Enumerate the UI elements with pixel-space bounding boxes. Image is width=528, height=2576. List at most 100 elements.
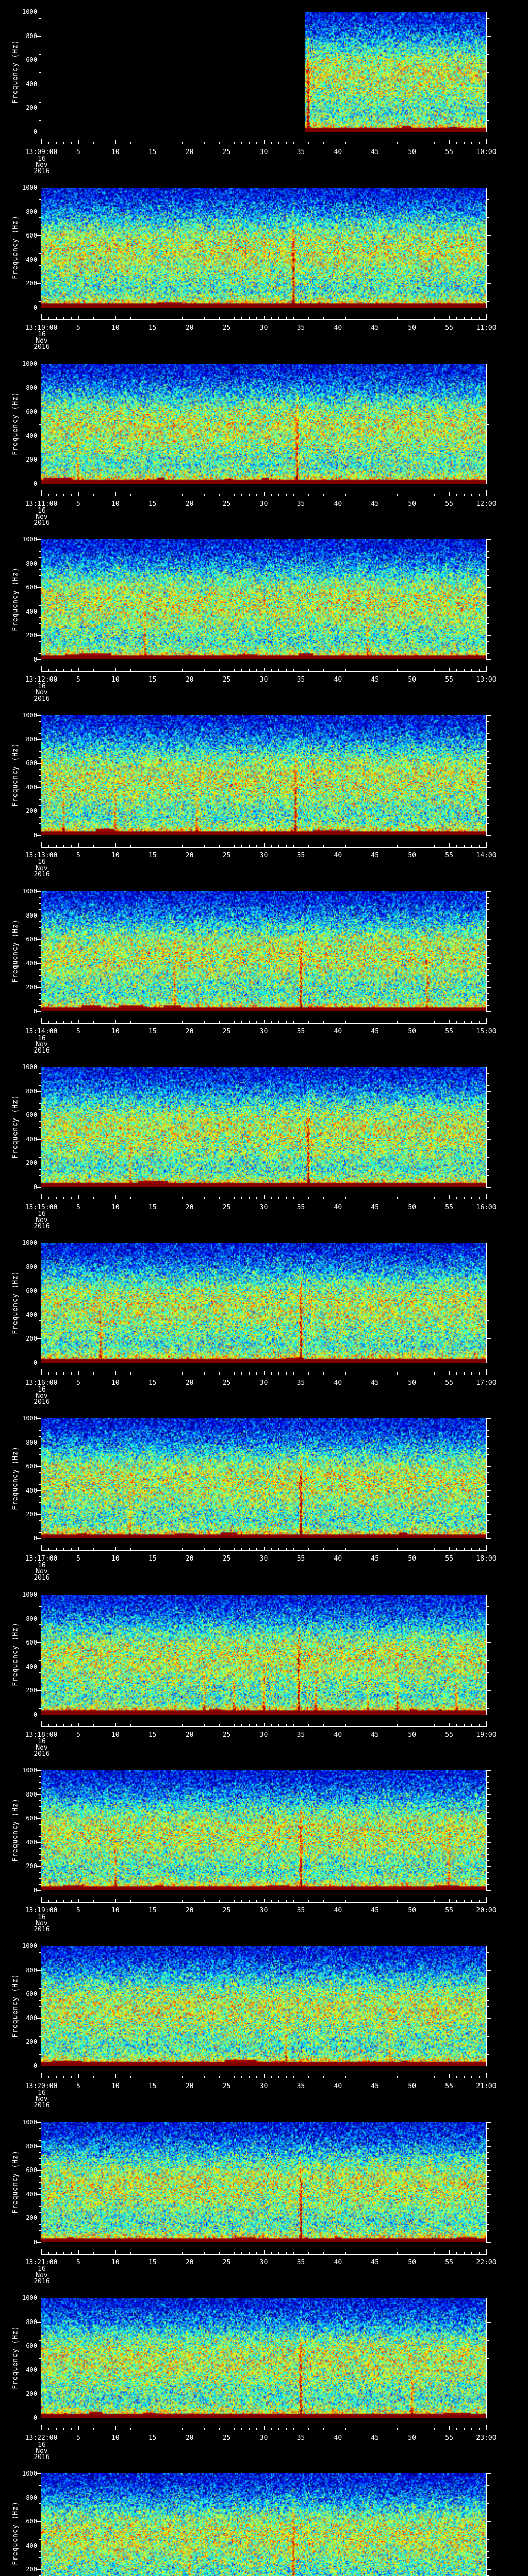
- y-minor-tick: [39, 2340, 41, 2341]
- y-minor-tick: [487, 653, 489, 654]
- x-minor-tick: [48, 142, 49, 144]
- x-tick-label: 25: [222, 852, 231, 859]
- x-minor-tick: [241, 1372, 242, 1375]
- y-minor-tick: [487, 72, 489, 73]
- x-minor-tick: [241, 669, 242, 671]
- y-minor-tick: [487, 1860, 489, 1861]
- y-minor-tick: [39, 981, 41, 982]
- y-minor-tick: [39, 733, 41, 734]
- y-tick-label: 200: [26, 1511, 37, 1518]
- y-minor-tick: [39, 1103, 41, 1104]
- y-major-tick: [487, 1866, 491, 1867]
- x-minor-tick: [278, 1021, 279, 1023]
- y-minor-tick: [39, 2358, 41, 2359]
- x-minor-tick: [130, 2252, 131, 2254]
- x-minor-tick: [63, 1197, 64, 1199]
- x-minor-tick: [479, 1372, 480, 1375]
- x-tick-label: 50: [408, 1028, 416, 1036]
- x-major-tick: [449, 668, 450, 671]
- x-minor-tick: [397, 2076, 398, 2078]
- y-tick-label: 1000: [22, 2119, 37, 2126]
- x-tick-label: 15: [148, 852, 157, 859]
- x-tick-label: 20: [185, 1204, 194, 1211]
- x-minor-tick: [182, 1197, 183, 1199]
- x-minor-tick: [204, 2252, 205, 2254]
- y-tick-label: 800: [26, 911, 37, 919]
- y-tick-label: 800: [26, 208, 37, 215]
- x-minor-tick: [63, 317, 64, 319]
- x-minor-tick: [234, 845, 235, 847]
- x-minor-tick: [479, 494, 480, 496]
- y-minor-tick: [487, 617, 489, 618]
- x-minor-tick: [434, 1021, 435, 1023]
- x-minor-tick: [56, 669, 57, 671]
- y-minor-tick: [487, 823, 489, 824]
- y-major-tick: [487, 1970, 491, 1971]
- x-tick-label: 25: [222, 1028, 231, 1036]
- y-tick-label: 200: [26, 2038, 37, 2046]
- x-minor-tick: [471, 845, 472, 847]
- x-minor-tick: [308, 317, 309, 319]
- x-minor-tick: [249, 2428, 250, 2430]
- x-minor-tick: [308, 845, 309, 847]
- x-minor-tick: [204, 1900, 205, 1902]
- x-minor-tick: [456, 1021, 457, 1023]
- x-minor-tick: [479, 2252, 480, 2254]
- x-minor-tick: [93, 2428, 94, 2430]
- y-tick-label: 800: [26, 32, 37, 40]
- x-minor-tick: [130, 845, 131, 847]
- x-minor-tick: [130, 1021, 131, 1023]
- y-minor-tick: [487, 1824, 489, 1825]
- y-minor-tick: [487, 18, 489, 19]
- x-minor-tick: [271, 1021, 272, 1023]
- x-minor-tick: [456, 494, 457, 496]
- y-tick-label: 200: [26, 456, 37, 464]
- x-tick-label: 55: [445, 324, 453, 332]
- x-tick-label: 30: [259, 1204, 268, 1211]
- x-minor-tick: [249, 1197, 250, 1199]
- y-major-tick: [487, 1139, 491, 1140]
- x-tick-label: 50: [408, 2082, 416, 2090]
- x-minor-tick: [464, 2252, 465, 2254]
- x-tick-label: 55: [445, 148, 453, 156]
- y-minor-tick: [487, 623, 489, 624]
- x-minor-tick: [219, 1021, 220, 1023]
- y-minor-tick: [39, 1800, 41, 1801]
- x-end-tick: [486, 139, 487, 144]
- x-minor-tick: [464, 669, 465, 671]
- y-minor-tick: [39, 217, 41, 218]
- x-tick-label: 55: [445, 676, 453, 684]
- x-minor-tick: [182, 1372, 183, 1375]
- y-minor-tick: [487, 1121, 489, 1122]
- y-minor-tick: [39, 805, 41, 806]
- x-minor-tick: [434, 845, 435, 847]
- y-minor-tick: [487, 1073, 489, 1074]
- x-minor-tick: [93, 1197, 94, 1199]
- y-minor-tick: [39, 909, 41, 910]
- x-minor-tick: [63, 1021, 64, 1023]
- y-tick-label: 1000: [22, 1591, 37, 1598]
- y-tick-label: 800: [26, 1615, 37, 1622]
- y-minor-tick: [39, 823, 41, 824]
- end-time-label: 17:00: [476, 1379, 497, 1387]
- y-tick-label: 800: [26, 1790, 37, 1798]
- x-tick-label: 10: [111, 2434, 120, 2442]
- x-tick-label: 40: [334, 1379, 342, 1387]
- y-minor-tick: [39, 2152, 41, 2153]
- y-tick-label: 600: [26, 408, 37, 416]
- x-minor-tick: [234, 1372, 235, 1375]
- x-minor-tick: [56, 845, 57, 847]
- y-tick-label: 400: [26, 1486, 37, 1494]
- x-minor-tick: [293, 2428, 294, 2430]
- y-major-tick: [37, 1139, 41, 1140]
- x-minor-tick: [293, 2252, 294, 2254]
- x-minor-tick: [234, 2076, 235, 2078]
- x-minor-tick: [479, 317, 480, 319]
- x-tick-label: 45: [371, 1028, 380, 1036]
- x-tick-label: 30: [259, 1555, 268, 1563]
- y-major-tick: [487, 1842, 491, 1843]
- spectrogram-panel: Frequency (Hz) 0 200 400 600 800 1000 5 10 15 20…: [0, 882, 528, 1058]
- y-minor-tick: [487, 120, 489, 121]
- x-minor-tick: [479, 669, 480, 671]
- y-minor-tick: [39, 1776, 41, 1777]
